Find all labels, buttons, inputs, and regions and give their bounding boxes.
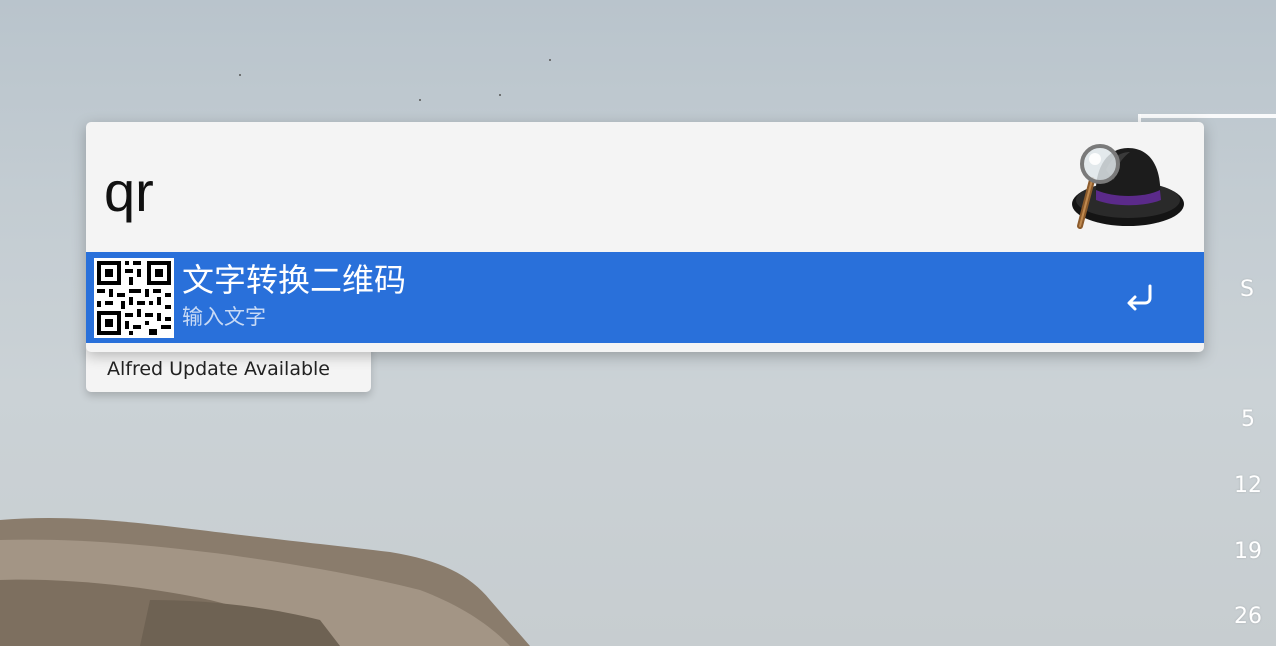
calendar-date[interactable]: 12 xyxy=(1218,473,1276,498)
qr-code-icon xyxy=(94,258,174,338)
result-subtitle: 输入文字 xyxy=(182,305,266,329)
search-input[interactable] xyxy=(104,152,1004,232)
calendar-date[interactable]: 26 xyxy=(1218,604,1276,629)
calendar-border xyxy=(1140,114,1276,118)
calendar-date[interactable]: 5 xyxy=(1218,407,1276,432)
update-available-label: Alfred Update Available xyxy=(107,358,330,380)
return-icon xyxy=(1127,284,1152,311)
alfred-window: 文字转换二维码 输入文字 xyxy=(86,122,1204,352)
result-title: 文字转换二维码 xyxy=(182,261,407,299)
alfred-hat-icon xyxy=(1072,144,1184,229)
result-item-selected[interactable]: 文字转换二维码 输入文字 xyxy=(86,252,1204,343)
calendar-date[interactable]: 19 xyxy=(1218,539,1276,564)
calendar-day-header: S xyxy=(1240,277,1254,302)
